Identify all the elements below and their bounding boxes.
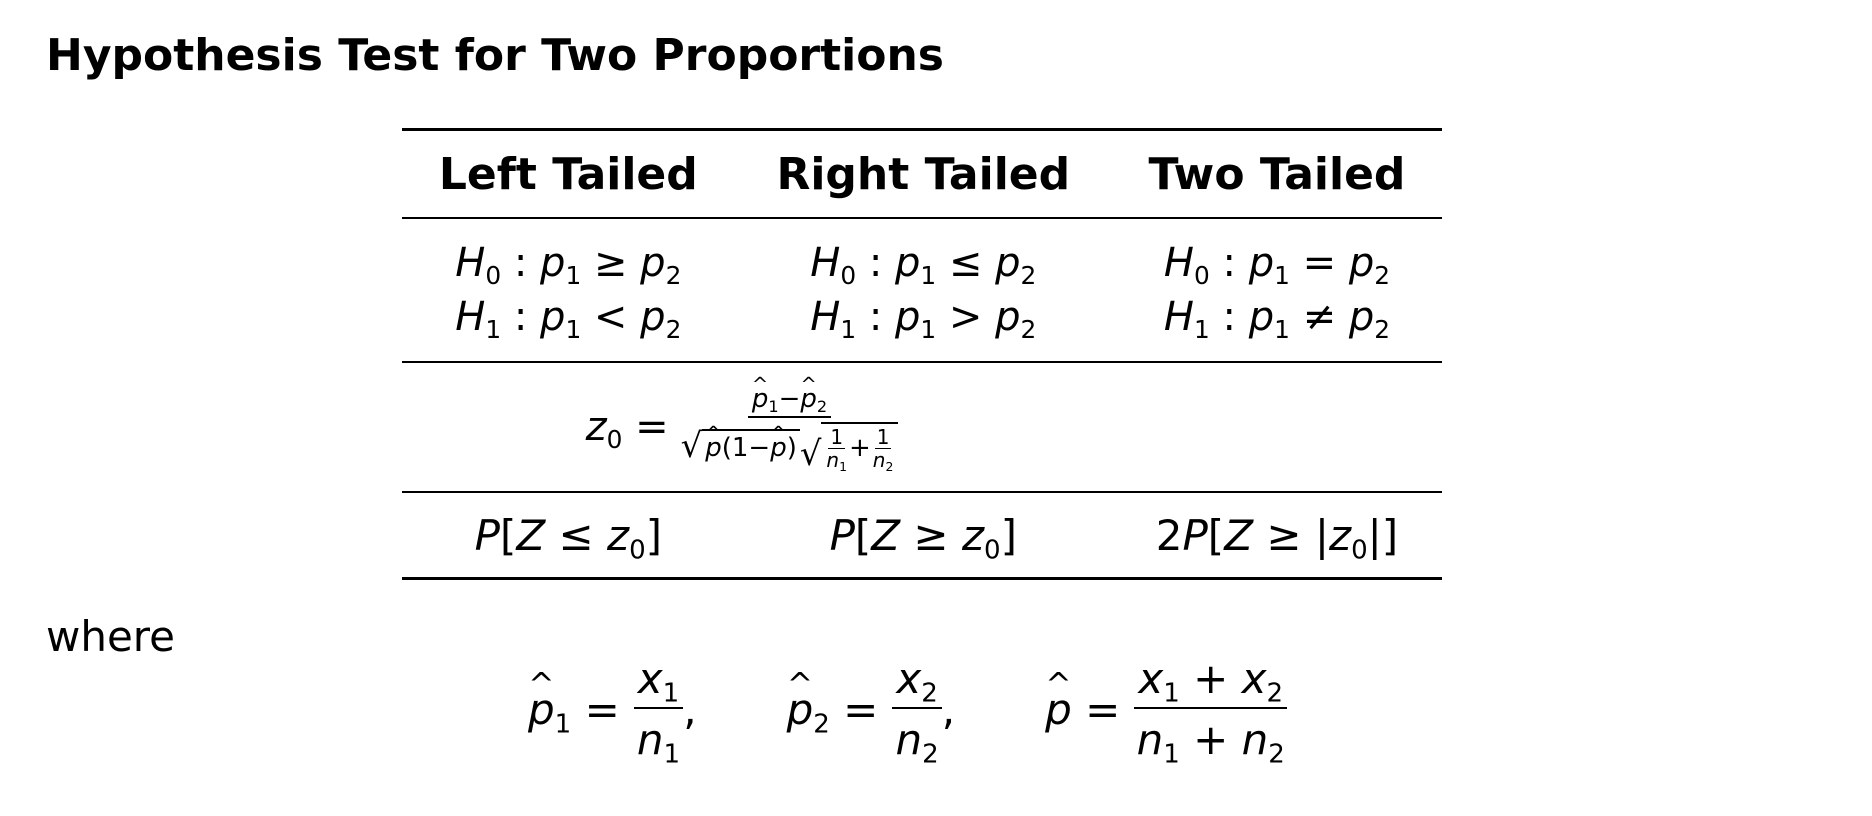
table-header-row: Left Tailed Right Tailed Two Tailed: [402, 128, 1442, 218]
definition-p1-hat: p1 = x1n1,: [528, 654, 697, 767]
hypotheses-two-tailed: H0 : p1 = p2 H1 : p1 ≠ p2: [1111, 217, 1442, 362]
definition-p2-hat: p2 = x2n2,: [787, 654, 956, 767]
null-hypothesis-left: H0 : p1 ≥ p2: [455, 240, 682, 290]
page-title: Hypothesis Test for Two Proportions: [46, 30, 944, 81]
test-statistic-row: z0 = p1−p2 √p(1−p) √ 1n1 + 1n2: [402, 361, 1442, 492]
definition-pooled-p-hat: p = x1 + x2n1 + n2: [1045, 654, 1288, 767]
test-statistic-cell: z0 = p1−p2 √p(1−p) √ 1n1 + 1n2: [402, 361, 1442, 492]
col-header-two-tailed: Two Tailed: [1111, 128, 1442, 218]
alt-hypothesis-right: H1 : p1 > p2: [810, 294, 1037, 344]
test-statistic-formula: z0 = p1−p2 √p(1−p) √ 1n1 + 1n2: [586, 384, 899, 472]
col-header-left-tailed: Left Tailed: [402, 128, 735, 218]
null-hypothesis-right: H0 : p1 ≤ p2: [810, 240, 1037, 290]
alt-hypothesis-two: H1 : p1 ≠ p2: [1163, 294, 1390, 344]
p-value-two-tailed: 2P[Z ≥ |z0|]: [1111, 491, 1442, 580]
definitions: p1 = x1n1, p2 = x2n2, p = x1 + x2n1 + n2: [528, 654, 1288, 767]
hypothesis-table-wrapper: Left Tailed Right Tailed Two Tailed H0 :…: [402, 128, 1442, 580]
col-header-right-tailed: Right Tailed: [734, 128, 1112, 218]
p-value-right-tailed: P[Z ≥ z0]: [734, 491, 1112, 580]
hypotheses-row: H0 : p1 ≥ p2 H1 : p1 < p2 H0 : p1 ≤ p2 H…: [402, 217, 1442, 362]
where-label: where: [46, 612, 175, 661]
p-value-left-tailed: P[Z ≤ z0]: [402, 491, 735, 580]
hypothesis-table: Left Tailed Right Tailed Two Tailed H0 :…: [402, 128, 1442, 580]
p-value-row: P[Z ≤ z0] P[Z ≥ z0] 2P[Z ≥ |z0|]: [402, 491, 1442, 580]
hypotheses-right-tailed: H0 : p1 ≤ p2 H1 : p1 > p2: [734, 217, 1112, 362]
alt-hypothesis-left: H1 : p1 < p2: [455, 294, 682, 344]
null-hypothesis-two: H0 : p1 = p2: [1163, 240, 1390, 290]
hypotheses-left-tailed: H0 : p1 ≥ p2 H1 : p1 < p2: [402, 217, 735, 362]
z-fraction: p1−p2 √p(1−p) √ 1n1 + 1n2: [681, 384, 899, 472]
